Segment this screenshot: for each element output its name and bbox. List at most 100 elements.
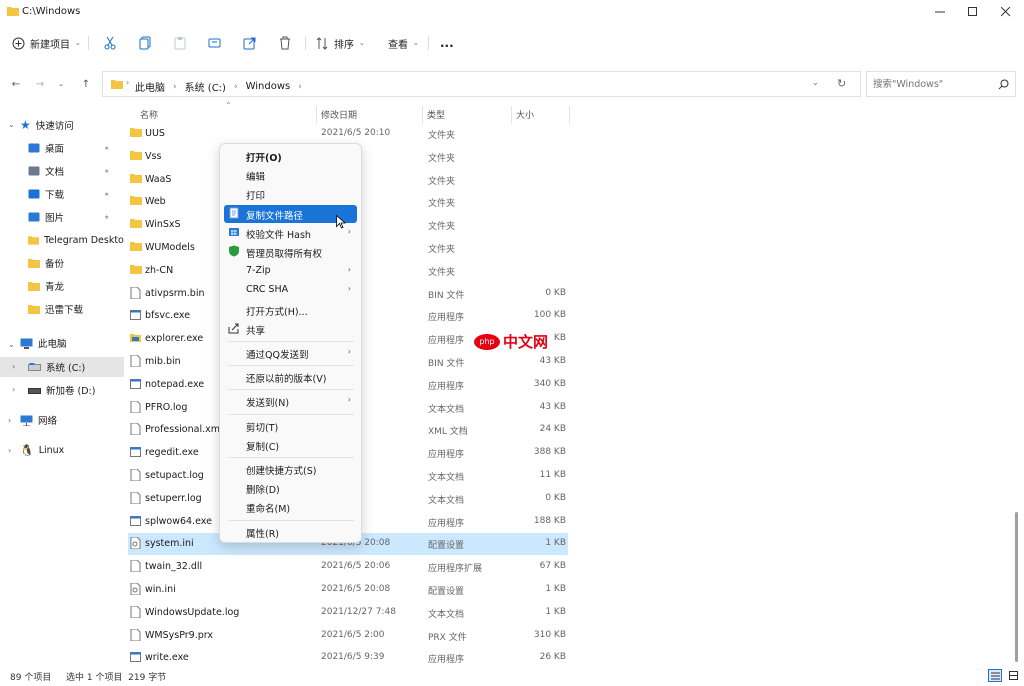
search-input[interactable] (873, 77, 988, 91)
chevron-down-icon[interactable]: ⌄ (8, 120, 15, 129)
sidebar-drive-c[interactable]: › 系统 (C:) (0, 357, 124, 377)
minimize-button[interactable] (925, 2, 955, 22)
more-button[interactable]: ... (440, 31, 454, 55)
sidebar-linux[interactable]: 🐧 Linux (20, 440, 64, 460)
sort-label: 排序 (334, 39, 354, 51)
menu-item[interactable]: 管理员取得所有权 (224, 243, 357, 261)
watermark: php 中文网 (474, 331, 548, 352)
sidebar-label: 此电脑 (38, 339, 67, 350)
share-button[interactable] (243, 31, 257, 55)
column-header-type[interactable]: 类型 (427, 104, 445, 124)
scrollbar-thumb[interactable] (1015, 512, 1018, 662)
up-button[interactable]: ↑ (76, 74, 96, 94)
file-size: 188 KB (533, 515, 566, 526)
crumb-windows[interactable]: Windows (246, 81, 291, 92)
address-dropdown-icon[interactable]: ⌄ (812, 78, 819, 87)
sort-button[interactable]: 排序 ⌄ (316, 31, 365, 55)
details-view-button[interactable] (988, 669, 1002, 682)
new-item-button[interactable]: 新建项目 ⌄ (12, 31, 81, 55)
menu-item[interactable]: 打印 (224, 185, 357, 203)
sidebar-item-quick[interactable]: 图片 ★ (28, 207, 124, 227)
pin-icon[interactable]: ★ (104, 191, 109, 198)
menu-item[interactable]: 复制(C) (224, 436, 357, 454)
column-header-date[interactable]: 修改日期 (321, 104, 357, 124)
menu-item[interactable]: CRC SHA › (224, 281, 357, 299)
pin-icon[interactable]: ★ (104, 168, 109, 175)
file-size: 1 KB (545, 606, 566, 617)
file-type: 应用程序 (428, 313, 465, 324)
column-divider[interactable] (422, 106, 423, 124)
sidebar-item-quick[interactable]: 青龙 (28, 276, 124, 296)
view-button[interactable]: 查看 ⌄ (388, 31, 419, 55)
delete-button[interactable] (278, 31, 292, 55)
file-date: 2021/6/5 20:10 (321, 128, 391, 138)
sidebar-item-quick[interactable]: Telegram Desktop (28, 230, 124, 250)
menu-item[interactable]: 属性(R) (224, 523, 357, 541)
crumb-this-pc[interactable]: 此电脑 (135, 79, 165, 94)
scrollbar[interactable] (1014, 104, 1020, 666)
menu-item-label: 7-Zip (246, 265, 271, 277)
column-divider[interactable] (569, 106, 570, 124)
file-icon (130, 605, 141, 618)
back-button[interactable]: ← (6, 74, 26, 94)
menu-item[interactable]: 还原以前的版本(V) (224, 368, 357, 386)
cut-button[interactable] (103, 31, 117, 55)
details-view-icon (990, 672, 1000, 679)
forward-button[interactable]: → (30, 74, 50, 94)
pin-icon[interactable]: ★ (104, 214, 109, 221)
column-divider[interactable] (316, 106, 317, 124)
folder-icon (7, 7, 19, 16)
sidebar-quick-access[interactable]: ★ 快速访问 (20, 115, 74, 135)
pin-icon[interactable]: ★ (104, 145, 109, 152)
rename-button[interactable] (208, 31, 222, 55)
copy-button[interactable] (138, 31, 152, 55)
tiles-view-button[interactable] (1006, 669, 1020, 682)
close-button[interactable] (991, 2, 1021, 22)
file-row[interactable]: WindowsUpdate.log 2021/12/27 7:48 文本文档 1 KB (128, 602, 568, 624)
sidebar-network[interactable]: 网络 (20, 410, 57, 430)
plus-circle-icon (12, 37, 25, 49)
menu-item[interactable]: 打开(O) (224, 147, 357, 165)
chevron-right-icon[interactable]: › (8, 446, 11, 455)
search-box[interactable] (866, 71, 1016, 97)
file-row[interactable]: twain_32.dll 2021/6/5 20:06 应用程序扩展 67 KB (128, 556, 568, 578)
menu-item[interactable]: 7-Zip › (224, 262, 357, 280)
menu-item[interactable]: 编辑 (224, 166, 357, 184)
sidebar-item-quick[interactable]: 下载 ★ (28, 184, 124, 204)
menu-item[interactable]: 打开方式(H)... (224, 301, 357, 319)
sidebar-item-quick[interactable]: 文档 ★ (28, 161, 124, 181)
column-divider[interactable] (511, 106, 512, 124)
menu-item[interactable]: 删除(D) (224, 479, 357, 497)
chevron-down-icon[interactable]: ⌄ (8, 340, 15, 349)
refresh-icon[interactable]: ↻ (837, 77, 846, 90)
menu-item[interactable]: 发送到(N) › (224, 392, 357, 410)
crumb-c-drive[interactable]: 系统 (C:) (185, 79, 226, 94)
menu-item-label: 属性(R) (246, 528, 280, 540)
column-header-size[interactable]: 大小 (516, 104, 534, 124)
maximize-button[interactable] (958, 2, 988, 22)
address-bar[interactable]: › 此电脑 › 系统 (C:) › Windows › ⌄ ↻ (102, 71, 861, 97)
sidebar-item-quick[interactable]: 备份 (28, 253, 124, 273)
file-name: system.ini (145, 538, 194, 550)
file-row[interactable]: win.ini 2021/6/5 20:08 配置设置 1 KB (128, 579, 568, 601)
file-row[interactable]: UUS 2021/6/5 20:10 文件夹 (128, 123, 568, 145)
menu-item-label: 打开(O) (246, 153, 282, 164)
file-name: setuperr.log (145, 492, 202, 504)
recent-button[interactable]: ⌄ (54, 74, 68, 94)
menu-item[interactable]: 共享 (224, 320, 357, 338)
paste-button[interactable] (173, 31, 187, 55)
file-name: WindowsUpdate.log (145, 606, 240, 618)
divider (88, 36, 89, 50)
menu-item[interactable]: 剪切(T) (224, 417, 357, 435)
menu-item[interactable]: 重命名(M) (224, 498, 357, 516)
sidebar-this-pc[interactable]: 此电脑 (20, 333, 67, 353)
menu-item[interactable]: 创建快捷方式(S) (224, 460, 357, 478)
sidebar-item-quick[interactable]: 迅雷下载 (28, 299, 124, 319)
sidebar-drive-d[interactable]: › 新加卷 (D:) (12, 380, 95, 400)
chevron-right-icon[interactable]: › (8, 416, 11, 425)
menu-item[interactable]: 通过QQ发送到 › (224, 344, 357, 362)
sidebar-item-quick[interactable]: 桌面 ★ (28, 138, 124, 158)
column-header-name[interactable]: 名称 (140, 104, 158, 124)
chevron-down-icon: ⌄ (413, 39, 419, 47)
file-row[interactable]: WMSysPr9.prx 2021/6/5 2:00 PRX 文件 310 KB (128, 625, 568, 647)
